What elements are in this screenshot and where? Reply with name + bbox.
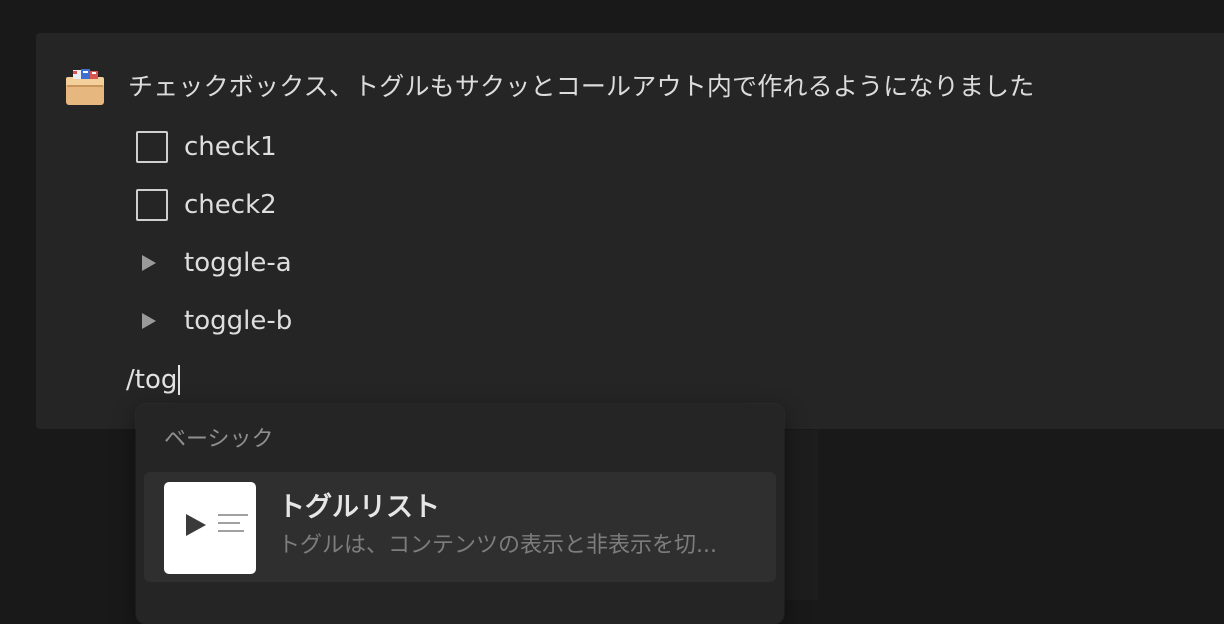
todo-item-check1: check1 xyxy=(132,127,277,167)
todo-label[interactable]: check2 xyxy=(184,185,277,225)
toggle-triangle-icon[interactable] xyxy=(142,313,156,329)
checkbox[interactable] xyxy=(136,189,168,221)
toggle-label[interactable]: toggle-b xyxy=(184,301,292,341)
toggle-label[interactable]: toggle-a xyxy=(184,243,292,283)
menu-backdrop xyxy=(784,430,818,600)
checkbox[interactable] xyxy=(136,131,168,163)
toggle-triangle-icon[interactable] xyxy=(142,255,156,271)
text-caret xyxy=(178,365,181,395)
menu-item-description: トグルは、コンテンツの表示と非表示を切... xyxy=(278,533,717,558)
slash-command-menu: ベーシック トグルリスト トグルは、コンテンツの表示と非表示を切... xyxy=(136,404,784,624)
callout-title[interactable]: チェックボックス、トグルもサクッとコールアウト内で作れるようになりました xyxy=(128,69,1034,105)
toggle-item-a: toggle-a xyxy=(132,243,292,283)
input-text: /tog xyxy=(126,365,178,395)
callout-block[interactable]: チェックボックス、トグルもサクッとコールアウト内で作れるようになりました che… xyxy=(36,33,1224,429)
slash-command-input[interactable]: /tog xyxy=(126,363,181,397)
menu-section-label: ベーシック xyxy=(164,427,274,452)
card-file-box-icon[interactable] xyxy=(64,67,106,107)
toggle-list-icon xyxy=(164,482,256,574)
toggle-item-b: toggle-b xyxy=(132,301,292,341)
todo-item-check2: check2 xyxy=(132,185,277,225)
menu-item-title: トグルリスト xyxy=(278,492,440,523)
todo-label[interactable]: check1 xyxy=(184,127,277,167)
menu-item-toggle-list[interactable]: トグルリスト トグルは、コンテンツの表示と非表示を切... xyxy=(144,472,776,582)
